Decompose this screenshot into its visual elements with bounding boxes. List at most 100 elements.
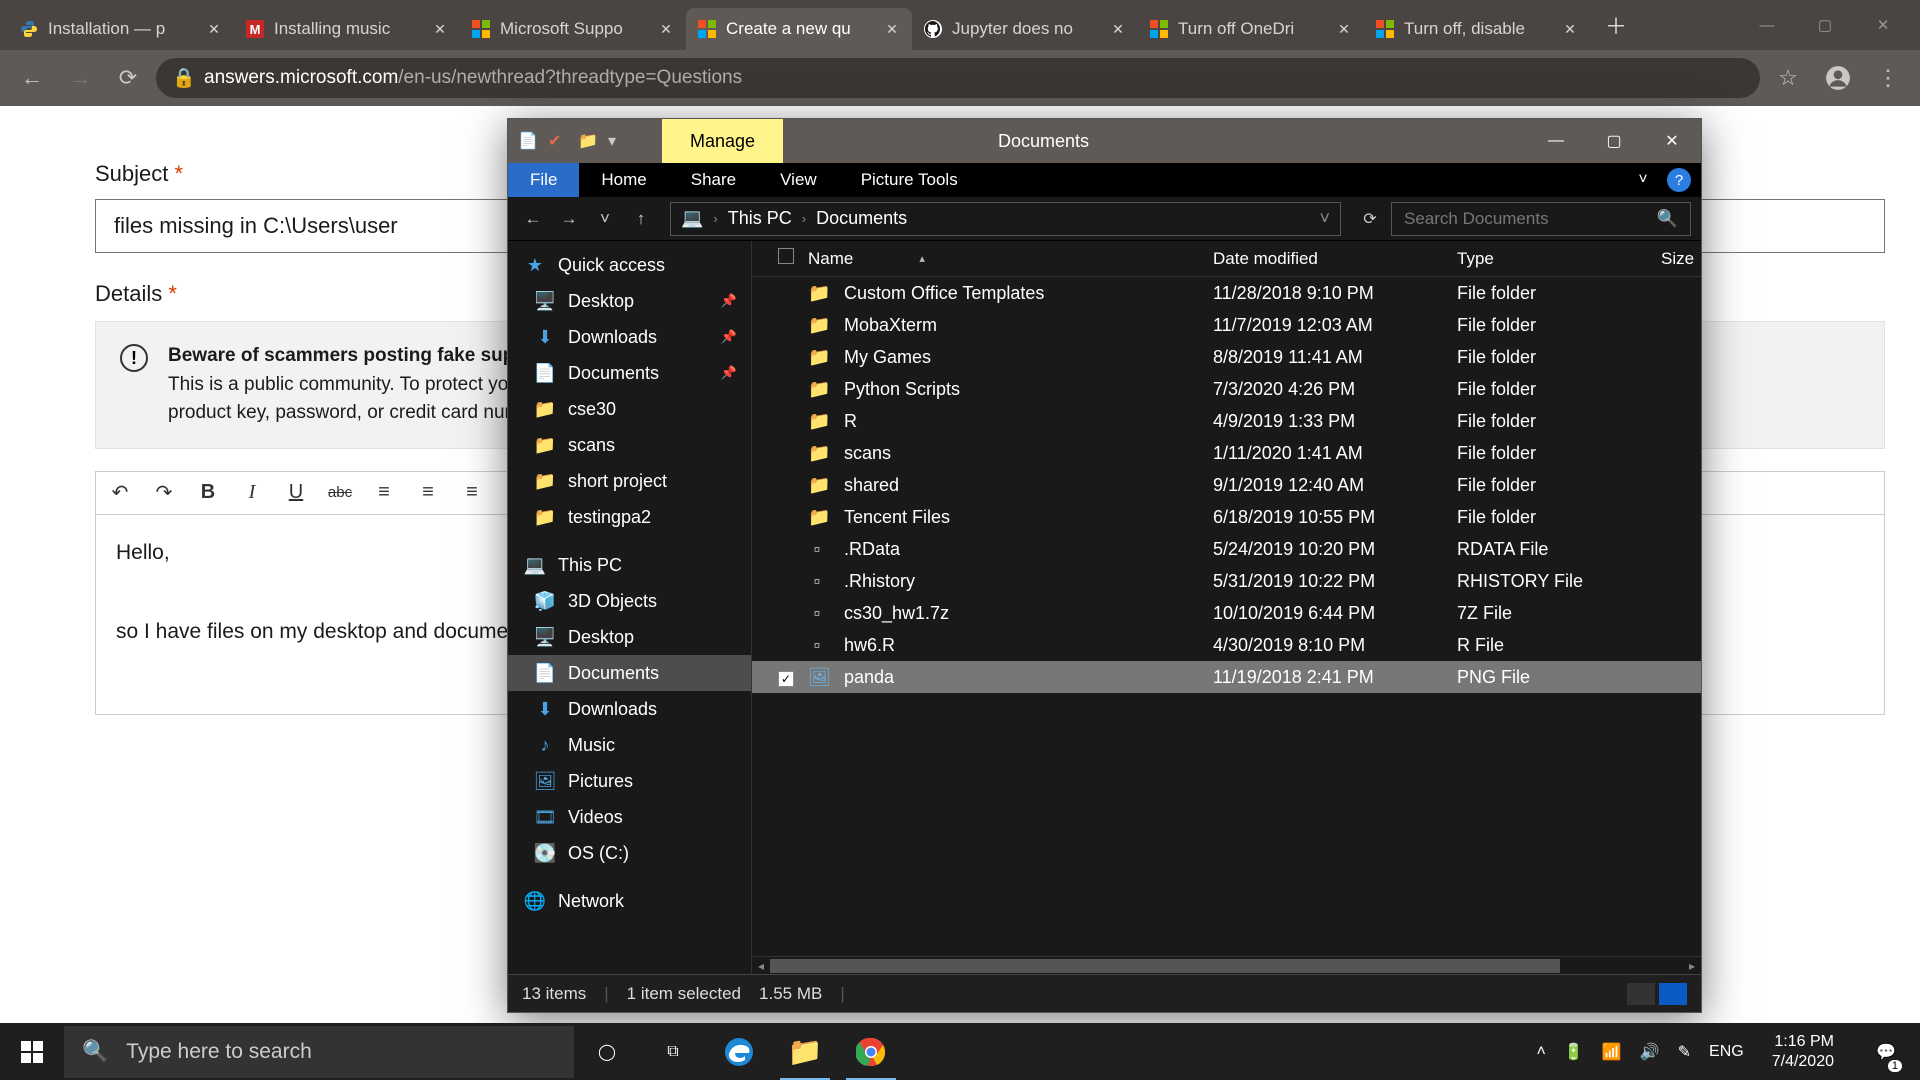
- nav-up-button[interactable]: ↑: [626, 204, 656, 234]
- file-row[interactable]: ▫cs30_hw1.7z 10/10/2019 6:44 PM 7Z File: [752, 597, 1701, 629]
- file-row[interactable]: 📁Tencent Files 6/18/2019 10:55 PM File f…: [752, 501, 1701, 533]
- notifications-button[interactable]: 💬1: [1862, 1023, 1910, 1080]
- sidebar-quick-access[interactable]: ★Quick access: [508, 247, 751, 283]
- scrollbar-thumb[interactable]: [770, 959, 1560, 973]
- tab-close-icon[interactable]: ✕: [884, 21, 900, 37]
- sidebar-item[interactable]: ⬇Downloads📌: [508, 319, 751, 355]
- chrome-menu-button[interactable]: ⋮: [1868, 58, 1908, 98]
- nav-back-button[interactable]: ←: [518, 204, 548, 234]
- new-tab-button[interactable]: ＋: [1598, 7, 1634, 43]
- taskbar-app-edge[interactable]: [706, 1023, 772, 1080]
- ribbon-tab[interactable]: File: [508, 163, 579, 197]
- col-name[interactable]: Name▴: [800, 249, 1205, 269]
- help-icon[interactable]: ?: [1667, 168, 1691, 192]
- explorer-search-input[interactable]: Search Documents 🔍: [1391, 202, 1691, 236]
- explorer-maximize-button[interactable]: ▢: [1585, 119, 1643, 163]
- select-all-checkbox[interactable]: [778, 248, 794, 264]
- browser-tab[interactable]: MInstalling music✕: [234, 8, 460, 50]
- reload-button[interactable]: ⟳: [108, 58, 148, 98]
- browser-tab[interactable]: Turn off, disable✕: [1364, 8, 1590, 50]
- file-row[interactable]: ▫hw6.R 4/30/2019 8:10 PM R File: [752, 629, 1701, 661]
- tab-close-icon[interactable]: ✕: [206, 21, 222, 37]
- view-details-button[interactable]: [1627, 983, 1655, 1005]
- profile-avatar-icon[interactable]: [1818, 58, 1858, 98]
- back-button[interactable]: ←: [12, 58, 52, 98]
- file-row[interactable]: 📁R 4/9/2019 1:33 PM File folder: [752, 405, 1701, 437]
- language-indicator[interactable]: ENG: [1709, 1043, 1744, 1061]
- start-button[interactable]: [0, 1023, 64, 1080]
- chevron-right-icon[interactable]: ›: [802, 211, 806, 226]
- wifi-icon[interactable]: 📶: [1602, 1042, 1622, 1062]
- sidebar-item[interactable]: 🖼Pictures: [508, 763, 751, 799]
- breadcrumb-segment[interactable]: Documents: [816, 208, 907, 229]
- sidebar-this-pc[interactable]: 💻This PC: [508, 547, 751, 583]
- contextual-tab-manage[interactable]: Manage: [662, 119, 783, 163]
- file-row[interactable]: 📁MobaXterm 11/7/2019 12:03 AM File folde…: [752, 309, 1701, 341]
- sidebar-item[interactable]: ⬇Downloads: [508, 691, 751, 727]
- sidebar-item[interactable]: 🖥️Desktop: [508, 619, 751, 655]
- tab-close-icon[interactable]: ✕: [1562, 21, 1578, 37]
- file-row[interactable]: ✓ 🖼panda 11/19/2018 2:41 PM PNG File: [752, 661, 1701, 693]
- align-center-button[interactable]: ≡: [414, 481, 442, 504]
- chevron-right-icon[interactable]: ›: [713, 211, 717, 226]
- cortana-button[interactable]: ◯: [574, 1023, 640, 1080]
- tab-close-icon[interactable]: ✕: [432, 21, 448, 37]
- align-left-button[interactable]: ≡: [370, 481, 398, 504]
- close-button[interactable]: ✕: [1854, 5, 1912, 45]
- col-size[interactable]: Size: [1653, 249, 1701, 269]
- sidebar-item[interactable]: 🧊3D Objects: [508, 583, 751, 619]
- task-view-button[interactable]: ⧉: [640, 1023, 706, 1080]
- sidebar-network[interactable]: 🌐Network: [508, 883, 751, 919]
- browser-tab[interactable]: Jupyter does no✕: [912, 8, 1138, 50]
- ribbon-tab[interactable]: View: [758, 163, 839, 197]
- undo-button[interactable]: ↶: [106, 480, 134, 505]
- file-row[interactable]: ▫.Rhistory 5/31/2019 10:22 PM RHISTORY F…: [752, 565, 1701, 597]
- sidebar-item[interactable]: 🎞Videos: [508, 799, 751, 835]
- strike-button[interactable]: abc: [326, 484, 354, 501]
- breadcrumb-segment[interactable]: This PC: [728, 208, 792, 229]
- sidebar-item[interactable]: 🖥️Desktop📌: [508, 283, 751, 319]
- col-type[interactable]: Type: [1449, 249, 1653, 269]
- file-row[interactable]: 📁My Games 8/8/2019 11:41 AM File folder: [752, 341, 1701, 373]
- nav-recent-dropdown[interactable]: ˅: [590, 204, 620, 234]
- sidebar-item[interactable]: 💽OS (C:): [508, 835, 751, 871]
- italic-button[interactable]: I: [238, 481, 266, 504]
- tab-close-icon[interactable]: ✕: [658, 21, 674, 37]
- scroll-right-arrow[interactable]: ▸: [1683, 957, 1701, 974]
- sidebar-item[interactable]: 📄Documents📌: [508, 355, 751, 391]
- scroll-left-arrow[interactable]: ◂: [752, 957, 770, 974]
- sidebar-item[interactable]: ♪Music: [508, 727, 751, 763]
- taskbar-app-chrome[interactable]: [838, 1023, 904, 1080]
- search-icon[interactable]: 🔍: [1657, 209, 1678, 229]
- browser-tab[interactable]: Installation — p✕: [8, 8, 234, 50]
- sidebar-item[interactable]: 📄Documents: [508, 655, 751, 691]
- sidebar-item[interactable]: 📁cse30: [508, 391, 751, 427]
- refresh-button[interactable]: ⟳: [1355, 209, 1385, 229]
- tray-overflow-icon[interactable]: ˄: [1537, 1043, 1546, 1061]
- redo-button[interactable]: ↷: [150, 480, 178, 505]
- view-icons-button[interactable]: [1659, 983, 1687, 1005]
- file-row[interactable]: ▫.RData 5/24/2019 10:20 PM RDATA File: [752, 533, 1701, 565]
- taskbar-app-explorer[interactable]: 📁: [772, 1023, 838, 1080]
- omnibox[interactable]: 🔒 answers.microsoft.com/en-us/newthread?…: [156, 58, 1760, 98]
- file-row[interactable]: 📁Custom Office Templates 11/28/2018 9:10…: [752, 277, 1701, 309]
- align-right-button[interactable]: ≡: [458, 481, 486, 504]
- ribbon-collapse-icon[interactable]: ˅: [1625, 163, 1661, 197]
- file-row[interactable]: 📁shared 9/1/2019 12:40 AM File folder: [752, 469, 1701, 501]
- minimize-button[interactable]: ―: [1738, 5, 1796, 45]
- qat-dropdown-icon[interactable]: ▾: [608, 131, 628, 151]
- pen-icon[interactable]: ✎: [1678, 1042, 1691, 1062]
- battery-icon[interactable]: 🔋: [1564, 1042, 1584, 1062]
- browser-tab[interactable]: Microsoft Suppo✕: [460, 8, 686, 50]
- file-row[interactable]: 📁Python Scripts 7/3/2020 4:26 PM File fo…: [752, 373, 1701, 405]
- qat-icon[interactable]: ✔: [548, 131, 568, 151]
- bookmark-star-icon[interactable]: ☆: [1768, 58, 1808, 98]
- ribbon-tab[interactable]: Picture Tools: [839, 163, 980, 197]
- breadcrumb[interactable]: 💻 › This PC › Documents ˅: [670, 202, 1341, 236]
- tab-close-icon[interactable]: ✕: [1336, 21, 1352, 37]
- qat-icon[interactable]: 📄: [518, 131, 538, 151]
- maximize-button[interactable]: ▢: [1796, 5, 1854, 45]
- sidebar-item[interactable]: 📁scans: [508, 427, 751, 463]
- browser-tab[interactable]: Turn off OneDri✕: [1138, 8, 1364, 50]
- explorer-close-button[interactable]: ✕: [1643, 119, 1701, 163]
